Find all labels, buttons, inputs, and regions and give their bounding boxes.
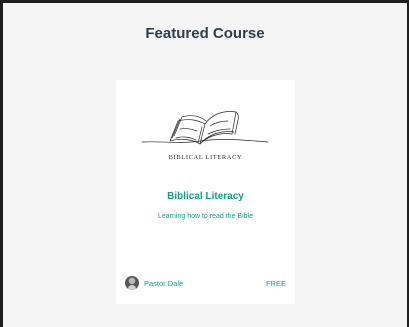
course-cover-image[interactable]: BIBLICAL LITERACY — [116, 80, 295, 175]
author-link[interactable]: Pastor Dale — [125, 276, 183, 290]
course-card[interactable]: BIBLICAL LITERACY Biblical Literacy Lear… — [116, 80, 295, 304]
course-title[interactable]: Biblical Literacy — [116, 191, 295, 202]
price-badge: FREE — [265, 279, 286, 288]
author-name[interactable]: Pastor Dale — [144, 279, 183, 288]
cover-caption: BIBLICAL LITERACY — [168, 154, 243, 161]
open-book-icon — [141, 111, 269, 145]
featured-course-section: Featured Course BIBLICAL LITERACY Biblic… — [3, 3, 407, 327]
course-subtitle: Learning how to read the Bible — [158, 213, 253, 220]
section-title: Featured Course — [145, 25, 265, 42]
avatar — [125, 276, 139, 290]
